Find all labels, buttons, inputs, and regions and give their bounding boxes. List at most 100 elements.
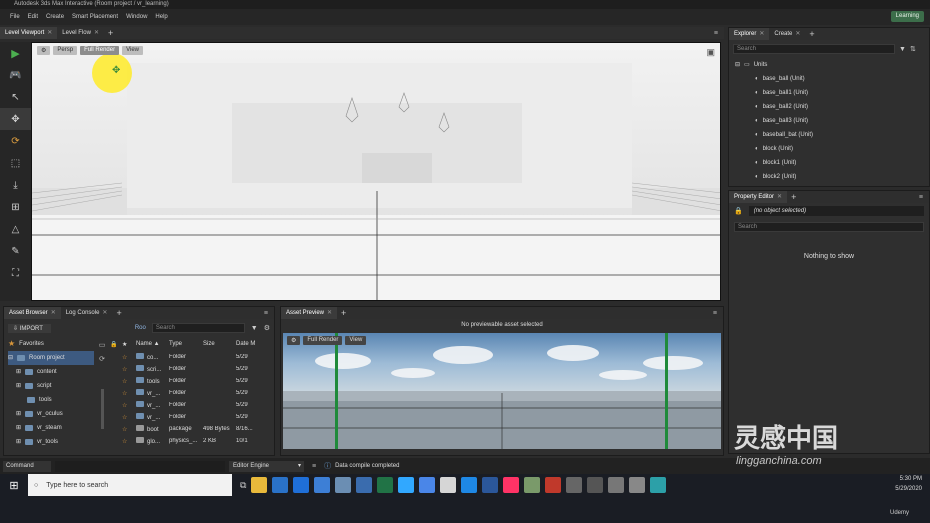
star-icon[interactable]: ☆ <box>122 354 136 361</box>
console-menu-icon[interactable]: ≡ <box>312 463 316 470</box>
collapse-icon[interactable]: ⊟ <box>8 351 13 365</box>
3dsmax-icon[interactable] <box>650 477 667 493</box>
gear-icon[interactable]: ⚙ <box>264 324 270 332</box>
list-item[interactable]: ◐ base_ball1 (Unit) <box>755 86 929 100</box>
file-explorer-icon[interactable] <box>251 477 268 493</box>
menu-create[interactable]: Create <box>42 14 68 20</box>
media-icon[interactable] <box>545 477 562 493</box>
expand-icon[interactable]: ⊞ <box>16 365 21 379</box>
tree-folder[interactable]: ⊞ vr_tools <box>16 435 94 449</box>
level-viewport[interactable]: ⚙ Persp Full Render View ✥ ▣ <box>31 42 721 301</box>
rotate-tool-icon[interactable]: ⟳ <box>0 130 31 152</box>
lock-icon[interactable]: 🔒 <box>734 207 743 215</box>
place-tool-icon[interactable]: ⤓ <box>0 174 31 196</box>
tree-folder[interactable]: ⊞ vr_oculus <box>16 407 94 421</box>
expand-icon[interactable]: ⊞ <box>16 407 21 421</box>
preview-full-render-button[interactable]: Full Render <box>303 336 343 345</box>
word-icon[interactable] <box>482 477 499 493</box>
list-item[interactable]: ◐ block1 (Unit) <box>755 156 929 170</box>
add-tab-icon[interactable]: + <box>104 27 117 39</box>
close-icon[interactable]: ✕ <box>102 307 107 319</box>
tab-create[interactable]: Create ✕ <box>769 28 805 40</box>
app-icon[interactable] <box>566 477 583 493</box>
maximize-icon[interactable]: ▣ <box>706 47 715 58</box>
panel-menu-icon[interactable]: ≡ <box>264 310 274 317</box>
lock-icon[interactable]: 🔒 <box>110 341 122 348</box>
tree-favorites[interactable]: ★ Favorites <box>8 337 94 351</box>
command-input[interactable] <box>55 460 225 472</box>
close-icon[interactable]: ✕ <box>94 27 99 39</box>
preview-viewport[interactable]: ⚙ Full Render View <box>283 333 721 449</box>
gear-icon[interactable]: ⚙ <box>287 336 301 345</box>
measure-tool-icon[interactable]: △ <box>0 218 31 240</box>
expand-icon[interactable]: ⊞ <box>16 379 21 393</box>
command-label[interactable]: Command <box>3 460 51 472</box>
paint-tool-icon[interactable]: ✎ <box>0 240 31 262</box>
view-button[interactable]: View <box>122 46 143 55</box>
scale-tool-icon[interactable]: ⬚ <box>0 152 31 174</box>
star-icon[interactable]: ★ <box>122 341 136 348</box>
table-row[interactable]: ☆ vr_... Folder 5/29 <box>110 399 270 411</box>
excel-icon[interactable] <box>377 477 394 493</box>
menu-smart-placement[interactable]: Smart Placement <box>68 14 122 20</box>
column-type[interactable]: Type <box>169 341 203 347</box>
tree-folder[interactable]: ⊞ vr_steam <box>16 421 94 435</box>
panel-menu-icon[interactable]: ≡ <box>714 30 724 37</box>
select-tool-icon[interactable]: ↖ <box>0 86 31 108</box>
close-icon[interactable]: ✕ <box>777 191 782 203</box>
star-icon[interactable]: ☆ <box>122 390 136 397</box>
tree-root-units[interactable]: ⊟ ▭ Units <box>735 58 929 72</box>
engine-select[interactable]: Editor Engine ▾ <box>229 460 304 472</box>
list-item[interactable]: ◐ block2 (Unit) <box>755 170 929 184</box>
tab-level-flow[interactable]: Level Flow ✕ <box>57 27 104 39</box>
sort-icon[interactable]: ⇅ <box>910 45 916 53</box>
scatter-tool-icon[interactable]: ⛶ <box>0 262 31 284</box>
tab-level-viewport[interactable]: Level Viewport ✕ <box>0 27 58 39</box>
indesign-icon[interactable] <box>503 477 520 493</box>
menu-file[interactable]: File <box>6 14 24 20</box>
play-icon[interactable]: ▶ <box>0 42 31 64</box>
table-row[interactable]: ☆ vr_... Folder 5/29 <box>110 411 270 423</box>
list-item[interactable]: ◐ base_ball (Unit) <box>755 72 929 86</box>
star-icon[interactable]: ☆ <box>122 402 136 409</box>
app-icon[interactable] <box>440 477 457 493</box>
filter-icon[interactable]: ▼ <box>251 325 258 332</box>
snap-tool-icon[interactable]: ⊞ <box>0 196 31 218</box>
thumbnail-size-slider[interactable] <box>100 389 104 429</box>
folder-view-icon[interactable]: ▭ <box>99 341 106 349</box>
expand-icon[interactable]: ⊞ <box>16 435 21 449</box>
table-row[interactable]: ☆ glo... physics_... 2 KB 10/1 <box>110 435 270 447</box>
tree-room-project[interactable]: ⊟ Room project <box>8 351 94 365</box>
close-icon[interactable]: ✕ <box>759 28 764 40</box>
table-row[interactable]: ☆ boot package 498 Bytes 8/16... <box>110 423 270 435</box>
column-date[interactable]: Date M <box>236 341 260 347</box>
chrome-icon[interactable] <box>419 477 436 493</box>
list-item[interactable]: ◐ baseball_bat (Unit) <box>755 128 929 142</box>
menu-help[interactable]: Help <box>151 14 171 20</box>
close-icon[interactable]: ✕ <box>327 307 332 319</box>
app-icon[interactable] <box>335 477 352 493</box>
tree-folder[interactable]: ⊞ script <box>16 379 94 393</box>
menu-edit[interactable]: Edit <box>24 14 42 20</box>
close-icon[interactable]: ✕ <box>51 307 56 319</box>
star-icon[interactable]: ☆ <box>122 366 136 373</box>
close-icon[interactable]: ✕ <box>47 27 52 39</box>
gamepad-icon[interactable]: 🎮 <box>0 64 31 86</box>
property-search-input[interactable]: Search <box>734 222 924 232</box>
column-size[interactable]: Size <box>203 341 236 347</box>
panel-menu-icon[interactable]: ≡ <box>919 194 929 201</box>
preview-view-button[interactable]: View <box>345 336 367 345</box>
gear-icon[interactable]: ⚙ <box>37 46 51 55</box>
move-tool-icon[interactable]: ✥ <box>0 108 31 130</box>
persp-button[interactable]: Persp <box>53 46 78 55</box>
refresh-icon[interactable]: ⟳ <box>99 355 105 363</box>
mail-icon[interactable] <box>272 477 289 493</box>
app-icon[interactable] <box>356 477 373 493</box>
panel-menu-icon[interactable]: ≡ <box>713 310 723 317</box>
dropbox-icon[interactable] <box>293 477 310 493</box>
add-tab-icon[interactable]: + <box>805 28 818 40</box>
column-name[interactable]: Name ▲ <box>136 341 169 347</box>
app-icon[interactable] <box>314 477 331 493</box>
table-row[interactable]: ☆ scri... Folder 5/29 <box>110 363 270 375</box>
table-row[interactable]: ☆ vr_... Folder 5/29 <box>110 387 270 399</box>
